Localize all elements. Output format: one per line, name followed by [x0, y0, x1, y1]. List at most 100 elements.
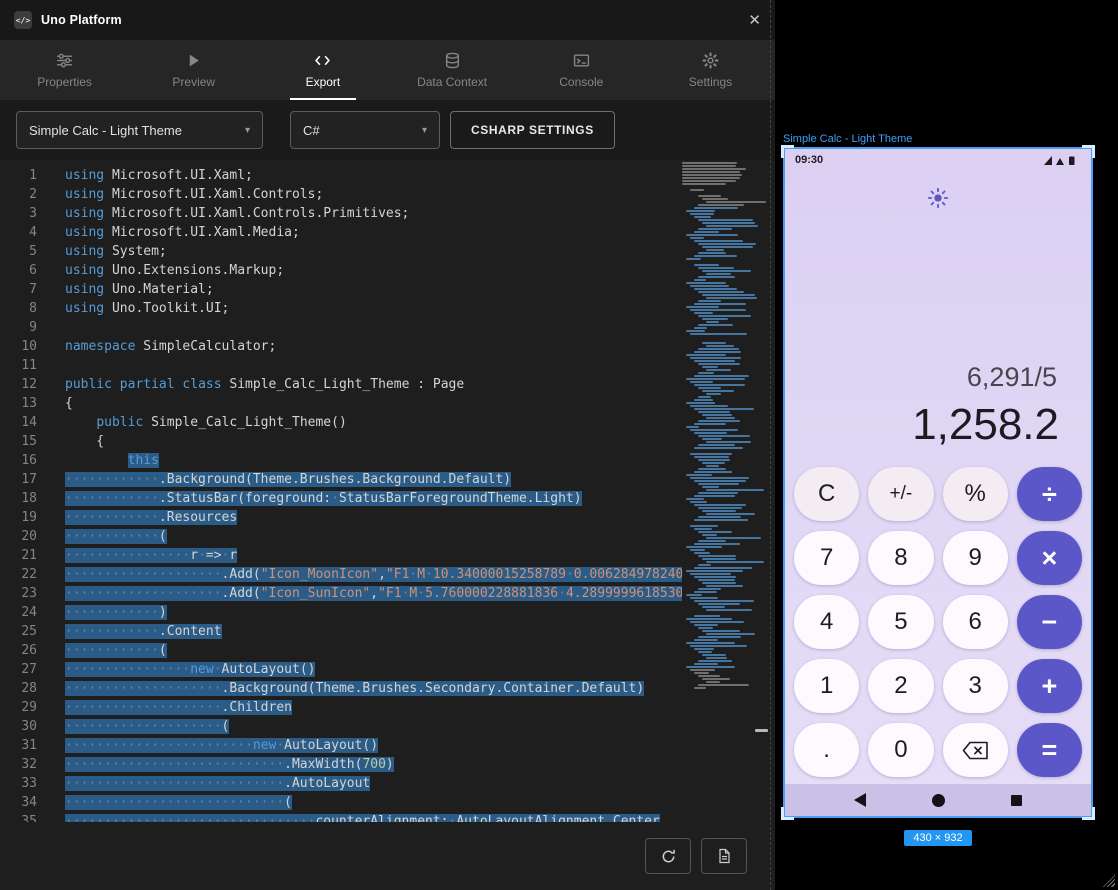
- calc-key-8[interactable]: 8: [868, 531, 933, 585]
- titlebar: </> Uno Platform ✕: [0, 0, 775, 40]
- code-line: 25············.Content: [0, 622, 775, 641]
- code-line: 14 public Simple_Calc_Light_Theme(): [0, 413, 775, 432]
- csharp-settings-button[interactable]: CSHARP SETTINGS: [450, 111, 615, 149]
- code-editor[interactable]: 1using Microsoft.UI.Xaml;2using Microsof…: [0, 160, 775, 822]
- code-line: 10namespace SimpleCalculator;: [0, 337, 775, 356]
- minimap[interactable]: [682, 162, 767, 822]
- calc-key-6[interactable]: 6: [943, 595, 1008, 649]
- code-line: 32····························.MaxWidth(…: [0, 755, 775, 774]
- preview-area: Simple Calc - Light Theme 09:30 6,291/5 …: [775, 0, 1118, 890]
- calc-key-.[interactable]: .: [794, 723, 859, 777]
- theme-toggle-sun-icon[interactable]: [927, 187, 949, 209]
- size-badge: 430 × 932: [904, 830, 971, 846]
- tab-label: Data Context: [417, 75, 487, 89]
- tab-properties[interactable]: Properties: [0, 40, 129, 100]
- calc-key-4[interactable]: 4: [794, 595, 859, 649]
- window-resize-grip[interactable]: [1103, 875, 1115, 887]
- calc-key-=[interactable]: =: [1017, 723, 1082, 777]
- code-line: 3using Microsoft.UI.Xaml.Controls.Primit…: [0, 204, 775, 223]
- calc-key-9[interactable]: 9: [943, 531, 1008, 585]
- preview-title: Simple Calc - Light Theme: [783, 133, 912, 145]
- splitter-handle[interactable]: [755, 729, 768, 732]
- tab-settings[interactable]: Settings: [646, 40, 775, 100]
- tab-preview[interactable]: Preview: [129, 40, 258, 100]
- status-time: 09:30: [795, 154, 823, 166]
- editor-panel: </> Uno Platform ✕ Properties Preview Ex…: [0, 0, 775, 890]
- nav-recents-icon[interactable]: [1011, 795, 1022, 806]
- tab-export[interactable]: Export: [258, 40, 387, 100]
- code-line: 31························new·AutoLayout…: [0, 736, 775, 755]
- tab-label: Properties: [37, 75, 92, 89]
- database-icon: [444, 52, 461, 69]
- refresh-button[interactable]: [645, 838, 691, 874]
- calc-key-⌫[interactable]: [943, 723, 1008, 777]
- code-line: 1using Microsoft.UI.Xaml;: [0, 166, 775, 185]
- size-badge-wrap: 430 × 932: [783, 828, 1093, 846]
- tab-label: Settings: [689, 75, 732, 89]
- file-icon: [716, 848, 732, 864]
- code-line: 18············.StatusBar(foreground:·Sta…: [0, 489, 775, 508]
- app-logo-icon: </>: [14, 11, 32, 29]
- code-line: 23····················.Add("Icon_SunIcon…: [0, 584, 775, 603]
- console-icon: [573, 52, 590, 69]
- theme-dropdown[interactable]: Simple Calc - Light Theme ▾: [16, 111, 263, 149]
- code-line: 19············.Resources: [0, 508, 775, 527]
- phone-statusbar: 09:30: [785, 149, 1091, 171]
- calc-key-+[interactable]: +: [1017, 659, 1082, 713]
- calc-key-7[interactable]: 7: [794, 531, 859, 585]
- calc-key-÷[interactable]: ÷: [1017, 467, 1082, 521]
- panel-divider[interactable]: [770, 0, 771, 890]
- code-line: 4using Microsoft.UI.Xaml.Media;: [0, 223, 775, 242]
- code-lines: 1using Microsoft.UI.Xaml;2using Microsof…: [0, 166, 775, 822]
- code-line: 26············(: [0, 641, 775, 660]
- code-line: 7using Uno.Material;: [0, 280, 775, 299]
- code-line: 8using Uno.Toolkit.UI;: [0, 299, 775, 318]
- close-icon[interactable]: ✕: [748, 13, 761, 28]
- code-line: 22····················.Add("Icon_MoonIco…: [0, 565, 775, 584]
- calc-key-1[interactable]: 1: [794, 659, 859, 713]
- tab-data-context[interactable]: Data Context: [388, 40, 517, 100]
- play-icon: [185, 52, 202, 69]
- tab-label: Export: [306, 75, 341, 89]
- editor-footer: [0, 822, 775, 890]
- window-title: Uno Platform: [41, 13, 122, 27]
- tab-label: Console: [559, 75, 603, 89]
- code-line: 21················r·=>·r: [0, 546, 775, 565]
- tab-console[interactable]: Console: [517, 40, 646, 100]
- wifi-signal-battery-icons: [1043, 155, 1081, 166]
- language-dropdown[interactable]: C# ▾: [290, 111, 440, 149]
- android-navbar: [785, 784, 1091, 816]
- code-line: 35································counte…: [0, 812, 775, 822]
- calc-key-C[interactable]: C: [794, 467, 859, 521]
- toolbar: Simple Calc - Light Theme ▾ C# ▾ CSHARP …: [0, 100, 775, 160]
- code-line: 13{: [0, 394, 775, 413]
- phone-preview[interactable]: 09:30 6,291/5 1,258.2 C+/-%÷789×456−123+…: [783, 147, 1093, 818]
- nav-back-icon[interactable]: [854, 793, 866, 807]
- gear-icon: [702, 52, 719, 69]
- keypad: C+/-%÷ 789× 456− 123+.0 =: [794, 467, 1082, 777]
- calc-key-%[interactable]: %: [943, 467, 1008, 521]
- code-line: 33····························.AutoLayou…: [0, 774, 775, 793]
- chevron-down-icon: ▾: [233, 125, 250, 136]
- code-line: 29····················.Children: [0, 698, 775, 717]
- code-line: 27················new·AutoLayout(): [0, 660, 775, 679]
- calc-key-5[interactable]: 5: [868, 595, 933, 649]
- calc-key-3[interactable]: 3: [943, 659, 1008, 713]
- code-line: 6using Uno.Extensions.Markup;: [0, 261, 775, 280]
- code-line: 15 {: [0, 432, 775, 451]
- nav-home-icon[interactable]: [932, 794, 945, 807]
- code-line: 2using Microsoft.UI.Xaml.Controls;: [0, 185, 775, 204]
- code-line: 34····························(: [0, 793, 775, 812]
- sliders-icon: [56, 52, 73, 69]
- calc-key-0[interactable]: 0: [868, 723, 933, 777]
- code-icon: [314, 52, 331, 69]
- export-file-button[interactable]: [701, 838, 747, 874]
- code-line: 16 this: [0, 451, 775, 470]
- chevron-down-icon: ▾: [410, 125, 427, 136]
- calc-key-−[interactable]: −: [1017, 595, 1082, 649]
- language-dropdown-value: C#: [303, 123, 320, 138]
- calc-key-+/-[interactable]: +/-: [868, 467, 933, 521]
- calc-key-2[interactable]: 2: [868, 659, 933, 713]
- calc-key-×[interactable]: ×: [1017, 531, 1082, 585]
- code-line: 24············): [0, 603, 775, 622]
